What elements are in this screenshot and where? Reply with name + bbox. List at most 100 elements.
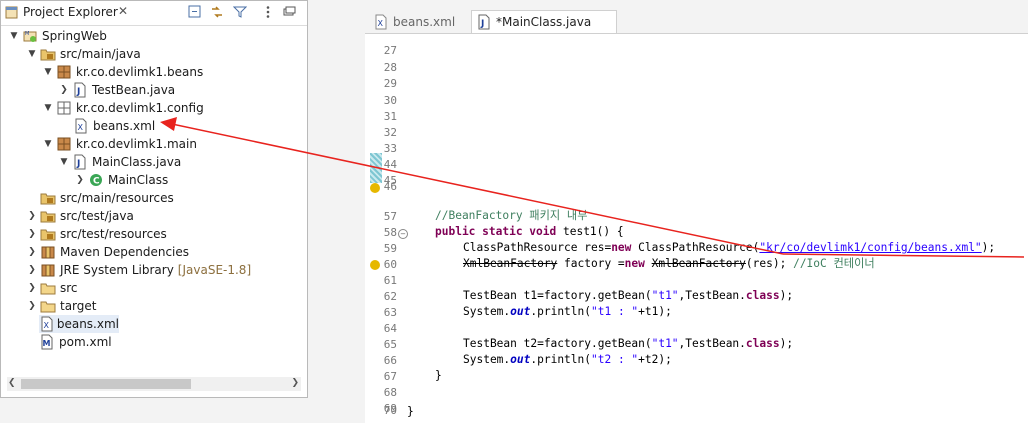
code-text: ); (779, 289, 794, 302)
collapsed-arrow-icon[interactable]: ❯ (27, 283, 37, 293)
code-text: System. (463, 353, 511, 366)
code-text: factory = (557, 257, 625, 270)
tree-item-label: src/main/resources (60, 191, 174, 205)
xml-file-icon: X (75, 118, 87, 134)
code-line-66: System.out.println("t2 : "+t2); (463, 351, 672, 369)
collapsed-arrow-icon[interactable]: ❯ (27, 229, 37, 239)
background-window: 객체 생 (308, 0, 661, 423)
view-menu-icon[interactable] (261, 5, 275, 19)
expand-arrow-icon[interactable]: ▼ (59, 157, 69, 167)
expand-arrow-icon[interactable]: ▼ (43, 67, 53, 77)
tree-item-mainclass-java[interactable]: ▼ J MainClass.java (59, 153, 181, 171)
svg-text:X: X (44, 321, 50, 330)
tree-item-beans-xml-root[interactable]: X beans.xml (39, 315, 119, 333)
minimize-icon[interactable] (282, 5, 296, 19)
tree-item-package-beans[interactable]: ▼ kr.co.devlimk1.beans (43, 63, 204, 81)
library-icon (41, 264, 55, 277)
tree-item-label: beans.xml (56, 317, 119, 331)
collapsed-arrow-icon[interactable]: ❯ (59, 85, 69, 95)
scrollbar-thumb[interactable] (21, 379, 191, 389)
line-number: 58 (383, 226, 397, 239)
tree-item-src-main-java[interactable]: ▼ src/main/java (27, 45, 141, 63)
tree-item-package-config[interactable]: ▼ kr.co.devlimk1.config (43, 99, 204, 117)
horizontal-scrollbar[interactable]: ❮ ❯ (7, 377, 301, 391)
collapsed-arrow-icon[interactable]: ❯ (75, 175, 85, 185)
tree-item-maven-dependencies[interactable]: ❯ Maven Dependencies (27, 243, 189, 261)
code-string: "t1" (651, 337, 679, 350)
link-with-editor-icon[interactable] (210, 5, 224, 19)
source-folder-icon (40, 49, 56, 61)
collapsed-arrow-icon[interactable]: ❯ (27, 247, 37, 257)
code-string: "t1" (651, 289, 679, 302)
collapsed-arrow-icon[interactable]: ❯ (27, 265, 37, 275)
tree-item-src[interactable]: ❯ src (27, 279, 78, 297)
code-text: ,TestBean. (678, 337, 746, 350)
tree-item-src-test-resources[interactable]: ❯ src/test/resources (27, 225, 167, 243)
tree-item-src-test-java[interactable]: ❯ src/test/java (27, 207, 134, 225)
tree-item-jre-system-library[interactable]: ❯ JRE System Library [JavaSE-1.8] (27, 261, 251, 279)
tree-item-testbean-java[interactable]: ❯ J TestBean.java (59, 81, 175, 99)
line-number: 68 (383, 386, 397, 399)
collapse-all-icon[interactable] (188, 5, 202, 19)
package-icon (57, 65, 71, 79)
line-number: 64 (383, 322, 397, 335)
code-text: ,TestBean. (678, 289, 746, 302)
collapsed-arrow-icon[interactable]: ❯ (27, 301, 37, 311)
collapsed-arrow-icon[interactable]: ❯ (27, 211, 37, 221)
code-comment: //IoC 컨테이너 (793, 257, 875, 270)
code-area[interactable]: //BeanFactory 패키지 내부 public static void … (407, 34, 1028, 423)
code-text: TestBean t1=factory.getBean( (463, 289, 652, 302)
line-number: 65 (383, 338, 397, 351)
code-text: .println( (530, 353, 591, 366)
explorer-title: Project Explorer (23, 5, 118, 19)
code-line-60: XmlBeanFactory factory =new XmlBeanFacto… (463, 255, 875, 273)
line-number: 67 (383, 370, 397, 383)
tree-item-src-main-resources[interactable]: src/main/resources (40, 189, 174, 207)
tree-item-springweb[interactable]: ▼ M SpringWeb (9, 27, 107, 45)
tree-item-target[interactable]: ❯ target (27, 297, 96, 315)
code-line-67: } (435, 367, 442, 385)
line-number-gutter: 27 28 29 30 31 32 33 44 45 46 57 58 − 59… (365, 34, 408, 423)
tree-item-label: kr.co.devlimk1.config (76, 101, 204, 115)
java-file-icon: J (74, 82, 86, 98)
tree-item-label: TestBean.java (92, 83, 176, 97)
tree-item-package-main[interactable]: ▼ kr.co.devlimk1.main (43, 135, 197, 153)
jre-version-label: [JavaSE-1.8] (177, 263, 252, 277)
tree-item-label: src (60, 281, 78, 295)
line-number: 57 (383, 210, 397, 223)
line-number: 29 (383, 77, 397, 90)
expand-arrow-icon[interactable]: ▼ (43, 103, 53, 113)
filter-icon[interactable] (233, 5, 247, 19)
source-folder-icon (40, 193, 56, 205)
svg-text:J: J (76, 159, 80, 169)
tree-item-mainclass[interactable]: ❯ C MainClass (75, 171, 168, 189)
expand-arrow-icon[interactable]: ▼ (43, 139, 53, 149)
svg-text:C: C (93, 177, 100, 187)
tree-item-label: MainClass (108, 173, 169, 187)
tab-beans-xml[interactable]: X beans.xml (373, 10, 469, 33)
code-text: ClassPathResource res= (463, 241, 612, 254)
tree-item-beans-xml-config[interactable]: X beans.xml (73, 117, 155, 135)
code-text: ClassPathResource( (631, 241, 760, 254)
code-text: .println( (530, 305, 591, 318)
expand-arrow-icon[interactable]: ▼ (9, 31, 19, 41)
code-string: "t1 : " (591, 305, 639, 318)
project-icon: M (23, 31, 37, 42)
code-field: out (510, 353, 531, 366)
expand-arrow-icon[interactable]: ▼ (27, 49, 37, 59)
code-text: +t2); (638, 353, 672, 366)
line-number: 63 (383, 306, 397, 319)
scroll-left-icon[interactable]: ❮ (8, 378, 16, 388)
tree-item-pom-xml[interactable]: M pom.xml (39, 333, 112, 351)
explorer-view-icon (5, 6, 18, 19)
xml-file-icon: X (41, 316, 53, 332)
source-folder-icon (40, 229, 56, 241)
code-keyword: new (624, 257, 645, 270)
svg-text:M: M (43, 339, 51, 348)
close-icon[interactable]: ✕ (118, 4, 128, 18)
code-text: ); (779, 337, 794, 350)
editor-tab-bar: X beans.xml J *MainClass.java (365, 0, 1028, 34)
tab-mainclass-java[interactable]: J *MainClass.java (471, 10, 617, 33)
scroll-right-icon[interactable]: ❯ (291, 378, 299, 388)
